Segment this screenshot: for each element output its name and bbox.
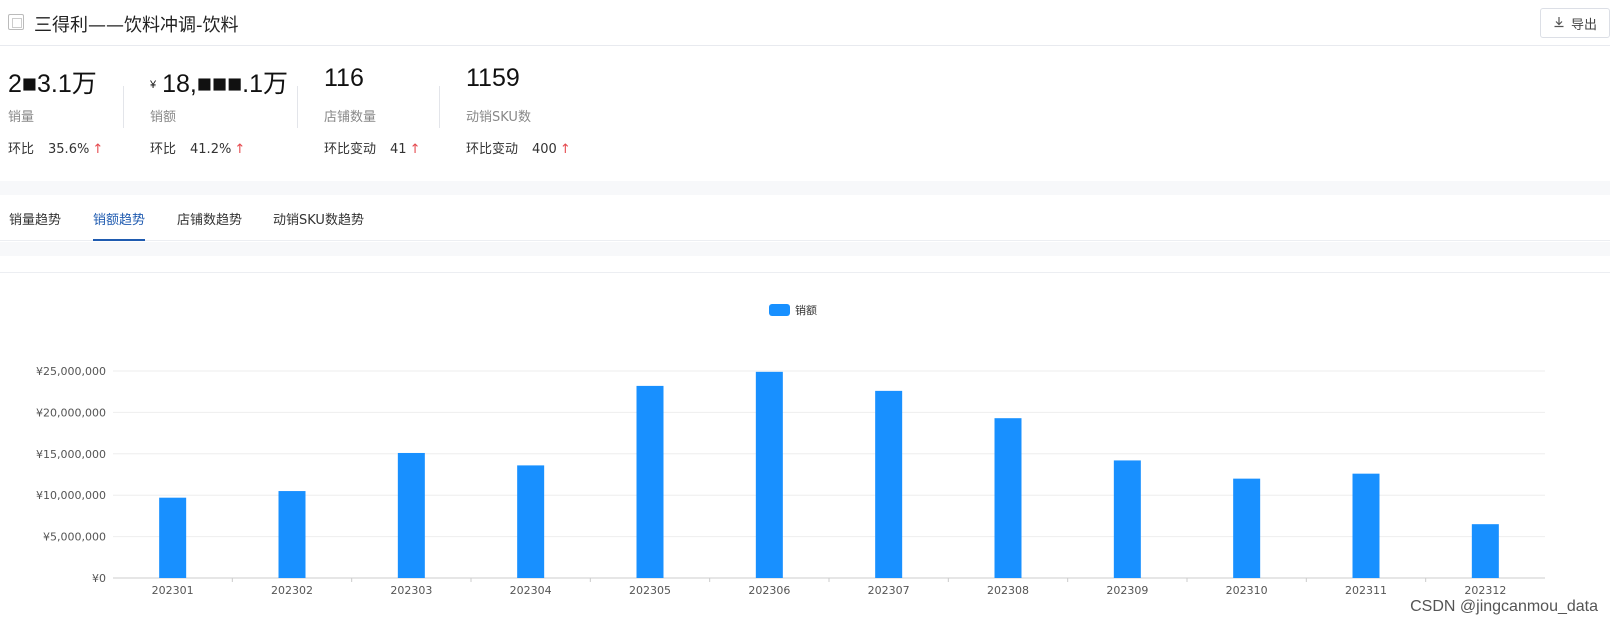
stat-divider	[297, 86, 298, 128]
legend-label: 销额	[795, 303, 817, 317]
section-gap	[0, 242, 1610, 256]
delta-label: 环比变动	[466, 142, 519, 157]
bar-chart: 销额 ¥0 ¥5,000,000 ¥10,000,000 ¥15,000,000 ¥20,…	[36, 303, 1545, 597]
stat-value-text: 1159	[466, 64, 520, 92]
x-tick-label: 202310	[1226, 584, 1268, 597]
stat-value: ¥18,■■■.1万	[150, 64, 288, 100]
currency-symbol: ¥	[150, 79, 157, 92]
delta-value: 400	[532, 142, 557, 157]
delta-value: 41	[390, 142, 407, 157]
arrow-up-icon: ↑	[234, 142, 246, 157]
sales-amount-chart: 销额 ¥0 ¥5,000,000 ¥10,000,000 ¥15,000,000 ¥20,…	[0, 273, 1610, 640]
delta-label: 环比	[8, 142, 35, 157]
y-tick-label: ¥5,000,000	[43, 531, 106, 544]
delta-value: 35.6%	[48, 142, 90, 157]
stat-delta: 环比变动 400 ↑	[466, 138, 571, 157]
x-tick-label: 202312	[1464, 584, 1506, 597]
stats-panel: 2■3.1万 销量 环比 35.6% ↑ ¥18,■■■.1万 销额 环比 41.2%…	[0, 46, 1610, 181]
x-tick-label: 202303	[390, 584, 432, 597]
download-icon	[1553, 16, 1565, 31]
stat-label: 动销SKU数	[466, 110, 531, 125]
arrow-up-icon: ↑	[92, 142, 104, 157]
x-tick-label: 202301	[152, 584, 194, 597]
delta-value: 41.2%	[190, 142, 232, 157]
stat-label: 销额	[150, 110, 177, 125]
stat-value-text: 2■3.1万	[8, 70, 97, 98]
bar	[875, 390, 903, 578]
delta-label: 环比变动	[324, 142, 377, 157]
y-tick-label: ¥0	[92, 572, 106, 585]
stat-label: 销量	[8, 110, 35, 125]
stat-value: 2■3.1万	[8, 64, 97, 100]
stat-value-text: 116	[324, 64, 364, 92]
bar	[397, 452, 425, 578]
stat-delta: 环比 35.6% ↑	[8, 138, 103, 157]
bar	[1113, 460, 1141, 578]
x-tick-label: 202304	[510, 584, 552, 597]
bar	[517, 465, 545, 578]
image-icon	[8, 14, 24, 30]
tab-sales-volume-trend[interactable]: 销量趋势	[9, 209, 61, 241]
x-tick-label: 202311	[1345, 584, 1387, 597]
tab-sku-count-trend[interactable]: 动销SKU数趋势	[273, 209, 364, 241]
bar	[1471, 524, 1499, 578]
bar	[636, 385, 664, 578]
tab-sales-amount-trend[interactable]: 销额趋势	[93, 209, 146, 241]
y-tick-label: ¥15,000,000	[36, 448, 106, 461]
arrow-up-icon: ↑	[409, 142, 421, 157]
page-title: 三得利——饮料冲调-饮料	[34, 15, 239, 36]
stat-delta: 环比变动 41 ↑	[324, 138, 420, 157]
tab-store-count-trend[interactable]: 店铺数趋势	[177, 209, 242, 241]
bar	[994, 418, 1022, 578]
y-tick-label: ¥10,000,000	[36, 489, 106, 502]
x-tick-label: 202306	[748, 584, 790, 597]
page-header: 三得利——饮料冲调-饮料 导出	[0, 0, 1610, 46]
stat-label: 店铺数量	[324, 110, 377, 125]
bar	[1233, 478, 1261, 578]
stat-divider	[439, 86, 440, 128]
y-tick-label: ¥25,000,000	[36, 365, 106, 378]
section-gap	[0, 181, 1610, 195]
x-tick-label: 202309	[1106, 584, 1148, 597]
delta-label: 环比	[150, 142, 177, 157]
export-button[interactable]: 导出	[1540, 8, 1610, 38]
stat-value: 116	[324, 64, 364, 93]
arrow-up-icon: ↑	[559, 142, 571, 157]
export-label: 导出	[1570, 16, 1597, 32]
watermark: CSDN @jingcanmou_data	[1410, 598, 1598, 615]
x-tick-label: 202305	[629, 584, 671, 597]
legend-swatch	[769, 304, 790, 316]
stat-value: 1159	[466, 64, 520, 93]
stat-value-text: 18,■■■.1万	[162, 70, 289, 98]
y-tick-label: ¥20,000,000	[36, 406, 106, 419]
x-tick-label: 202302	[271, 584, 313, 597]
trend-tabs: 销量趋势 销额趋势 店铺数趋势 动销SKU数趋势	[0, 195, 1610, 241]
stat-divider	[123, 86, 124, 128]
bar	[755, 371, 783, 578]
x-tick-label: 202307	[868, 584, 910, 597]
bar	[278, 491, 306, 578]
bar	[159, 497, 187, 578]
x-tick-label: 202308	[987, 584, 1029, 597]
stat-delta: 环比 41.2% ↑	[150, 138, 245, 157]
bar	[1352, 473, 1380, 578]
